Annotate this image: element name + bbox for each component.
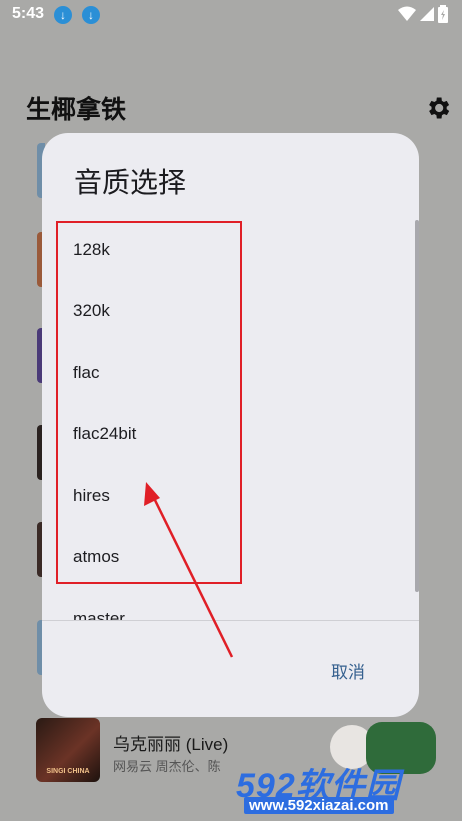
annotation-arrow xyxy=(144,482,234,658)
watermark-url: www.592xiazai.com xyxy=(244,797,394,814)
watermark: 592软件园 www.592xiazai.com xyxy=(236,758,462,821)
